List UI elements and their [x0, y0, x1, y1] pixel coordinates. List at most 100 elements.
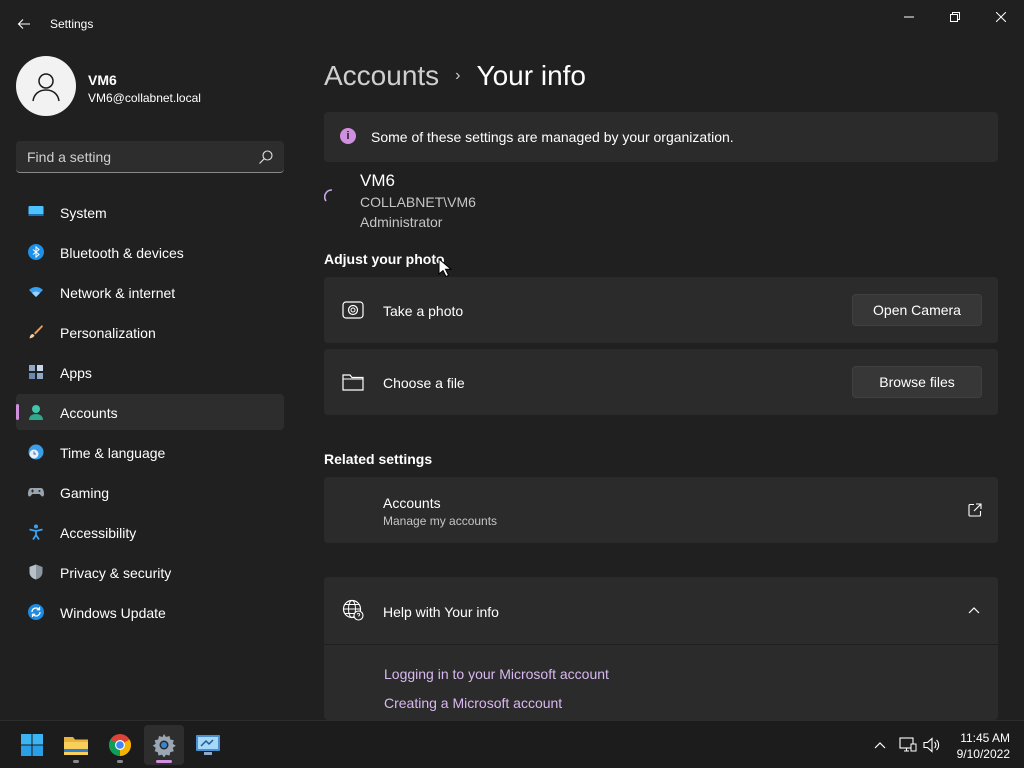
sidebar-item-label: Privacy & security — [60, 565, 172, 581]
accessibility-icon — [29, 524, 43, 540]
start-button[interactable] — [12, 725, 52, 765]
breadcrumb-parent-link[interactable]: Accounts — [324, 60, 439, 92]
back-button[interactable] — [10, 12, 38, 36]
choose-file-row: Choose a file Browse files — [324, 349, 998, 415]
divider — [324, 644, 998, 645]
search-box — [16, 141, 284, 173]
browse-files-button[interactable]: Browse files — [852, 366, 982, 398]
minimize-button[interactable] — [886, 4, 932, 30]
chevron-up-icon — [874, 742, 886, 749]
person-icon — [29, 405, 43, 420]
shield-icon — [29, 564, 43, 580]
file-explorer-taskbar-button[interactable] — [56, 725, 96, 765]
update-icon — [28, 604, 44, 620]
sidebar-item-time-language[interactable]: Time & language — [16, 434, 284, 470]
globe-help-icon — [342, 599, 364, 621]
clock-time: 11:45 AM — [960, 731, 1010, 745]
sidebar-item-label: Time & language — [60, 445, 166, 461]
restore-button[interactable] — [932, 4, 978, 30]
sidebar-item-windows-update[interactable]: Windows Update — [16, 594, 284, 630]
sidebar-item-accessibility[interactable]: Accessibility — [16, 514, 284, 550]
help-title: Help with Your info — [383, 604, 499, 620]
sidebar-item-network[interactable]: Network & internet — [16, 274, 284, 310]
related-accounts-sublabel: Manage my accounts — [383, 514, 498, 528]
system-icon — [28, 206, 44, 216]
settings-taskbar-button[interactable] — [144, 725, 184, 765]
help-link-logging-in[interactable]: Logging in to your Microsoft account — [384, 666, 609, 682]
mouse-cursor-icon — [438, 258, 452, 278]
back-arrow-icon — [17, 19, 30, 29]
camera-icon — [342, 301, 364, 319]
user-domain-account: COLLABNET\VM6 — [360, 194, 476, 210]
sidebar-item-gaming[interactable]: Gaming — [16, 474, 284, 510]
sidebar-item-label: Bluetooth & devices — [60, 245, 184, 261]
user-info-block: VM6 COLLABNET\VM6 Administrator — [324, 170, 924, 234]
close-button[interactable] — [978, 4, 1024, 30]
sidebar-item-privacy[interactable]: Privacy & security — [16, 554, 284, 590]
show-hidden-icons-button[interactable] — [870, 735, 890, 755]
adjust-photo-heading: Adjust your photo — [324, 251, 445, 267]
org-banner-text: Some of these settings are managed by yo… — [371, 129, 734, 145]
network-wired-icon — [899, 737, 917, 752]
taskbar: 11:45 AM 9/10/2022 — [0, 720, 1024, 768]
sidebar-nav: System Bluetooth & devices Network & int… — [16, 194, 284, 634]
help-link-creating-account[interactable]: Creating a Microsoft account — [384, 695, 562, 711]
page-title: Your info — [476, 60, 587, 91]
chevron-right-icon: › — [455, 67, 461, 84]
settings-window: Settings VM6 VM6@collabnet.local System … — [0, 0, 1024, 720]
restore-icon — [950, 12, 960, 22]
brush-icon — [29, 325, 43, 339]
sidebar-item-label: Personalization — [60, 325, 156, 341]
running-indicator — [73, 760, 79, 763]
apps-icon — [29, 365, 43, 379]
help-expander: Help with Your info Logging in to your M… — [324, 577, 998, 720]
take-photo-label: Take a photo — [383, 303, 464, 319]
profile-card[interactable]: VM6 VM6@collabnet.local — [16, 56, 296, 120]
organization-managed-banner: i Some of these settings are managed by … — [324, 112, 998, 162]
running-indicator — [117, 760, 123, 763]
sidebar-item-label: Accessibility — [60, 525, 137, 541]
sidebar-item-label: Apps — [60, 365, 92, 381]
related-accounts-link[interactable]: Accounts Manage my accounts — [324, 477, 998, 543]
loading-spinner-icon — [324, 189, 333, 202]
open-camera-button[interactable]: Open Camera — [852, 294, 982, 326]
sidebar-item-apps[interactable]: Apps — [16, 354, 284, 390]
folder-icon — [342, 374, 364, 391]
sidebar-item-bluetooth[interactable]: Bluetooth & devices — [16, 234, 284, 270]
bluetooth-icon — [28, 244, 44, 260]
take-photo-row: Take a photo Open Camera — [324, 277, 998, 343]
profile-name: VM6 — [88, 72, 117, 88]
sidebar-item-label: Windows Update — [60, 605, 166, 621]
gamepad-icon — [28, 488, 44, 497]
help-expander-header[interactable]: Help with Your info — [324, 577, 998, 644]
sidebar-item-accounts[interactable]: Accounts — [16, 394, 284, 430]
active-indicator — [156, 760, 172, 763]
open-external-icon — [968, 503, 982, 517]
file-explorer-icon — [64, 737, 88, 755]
search-icon[interactable] — [258, 149, 274, 165]
volume-icon — [923, 737, 940, 753]
sidebar-item-label: Accounts — [60, 405, 118, 421]
user-role: Administrator — [360, 214, 443, 230]
taskbar-clock[interactable]: 11:45 AM 9/10/2022 — [957, 730, 1010, 762]
remote-desktop-taskbar-button[interactable] — [188, 725, 228, 765]
minimize-icon — [904, 16, 914, 18]
chrome-taskbar-button[interactable] — [100, 725, 140, 765]
chrome-icon — [109, 734, 131, 756]
sidebar-item-label: Gaming — [60, 485, 110, 501]
window-title: Settings — [50, 17, 94, 31]
related-accounts-label: Accounts — [383, 495, 441, 511]
search-input[interactable] — [16, 141, 256, 172]
user-display-name: VM6 — [360, 171, 395, 190]
chevron-up-icon — [968, 607, 980, 614]
close-icon — [996, 12, 1006, 22]
sidebar-item-label: Network & internet — [60, 285, 176, 301]
sidebar-item-personalization[interactable]: Personalization — [16, 314, 284, 350]
sidebar-item-system[interactable]: System — [16, 194, 284, 230]
start-icon — [21, 734, 43, 756]
volume-tray-button[interactable] — [922, 735, 942, 755]
choose-file-label: Choose a file — [383, 375, 465, 391]
remote-desktop-icon — [196, 735, 220, 755]
breadcrumb: Accounts › Your info — [324, 58, 586, 94]
network-tray-button[interactable] — [898, 735, 918, 755]
